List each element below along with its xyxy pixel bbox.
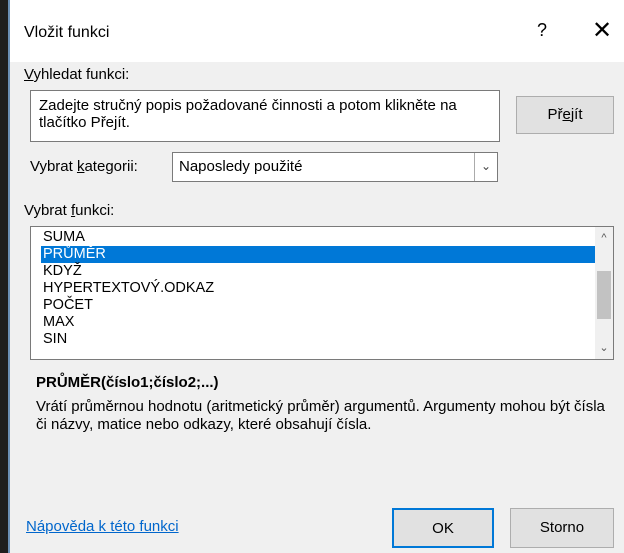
scroll-up-icon[interactable]: ^ xyxy=(595,229,613,247)
function-list-scrollbar[interactable]: ^ ⌄ xyxy=(595,227,613,359)
search-label: Vyhledat funkci: xyxy=(24,66,130,83)
function-item-max[interactable]: MAX xyxy=(43,314,74,331)
function-description: Vrátí průměrnou hodnotu (aritmetický prů… xyxy=(36,398,605,433)
function-item-hypertextovy-odkaz[interactable]: HYPERTEXTOVÝ.ODKAZ xyxy=(43,280,214,297)
function-search-input[interactable]: Zadejte stručný popis požadované činnost… xyxy=(30,90,500,142)
function-signature: PRŮMĚR(číslo1;číslo2;...) xyxy=(36,374,219,391)
category-label: Vybrat kategorii: xyxy=(30,158,138,175)
chevron-down-icon[interactable]: ⌄ xyxy=(474,153,497,181)
close-icon[interactable]: ✕ xyxy=(588,16,616,46)
function-item-sin[interactable]: SIN xyxy=(43,331,67,348)
function-list[interactable]: SUMA PRŮMĚR KDYŽ HYPERTEXTOVÝ.ODKAZ POČE… xyxy=(30,226,614,360)
function-item-suma[interactable]: SUMA xyxy=(43,229,85,246)
function-item-prumer[interactable]: PRŮMĚR xyxy=(41,246,601,263)
go-button[interactable]: Přejít xyxy=(516,96,614,134)
category-selected-value: Naposledy použité xyxy=(179,158,303,175)
window-title: Vložit funkci xyxy=(24,24,110,41)
function-item-pocet[interactable]: POČET xyxy=(43,297,93,314)
function-help-link[interactable]: Nápověda k této funkci xyxy=(26,518,179,535)
scroll-down-icon[interactable]: ⌄ xyxy=(595,339,613,357)
category-select[interactable]: Naposledy použité ⌄ xyxy=(172,152,498,182)
search-placeholder-text: Zadejte stručný popis požadované činnost… xyxy=(39,97,457,131)
function-item-kdyz[interactable]: KDYŽ xyxy=(43,263,82,280)
ok-button[interactable]: OK xyxy=(392,508,494,548)
scrollbar-thumb[interactable] xyxy=(597,271,611,319)
help-icon[interactable]: ? xyxy=(530,20,554,44)
function-list-label: Vybrat funkci: xyxy=(24,202,115,219)
cancel-button[interactable]: Storno xyxy=(510,508,614,548)
